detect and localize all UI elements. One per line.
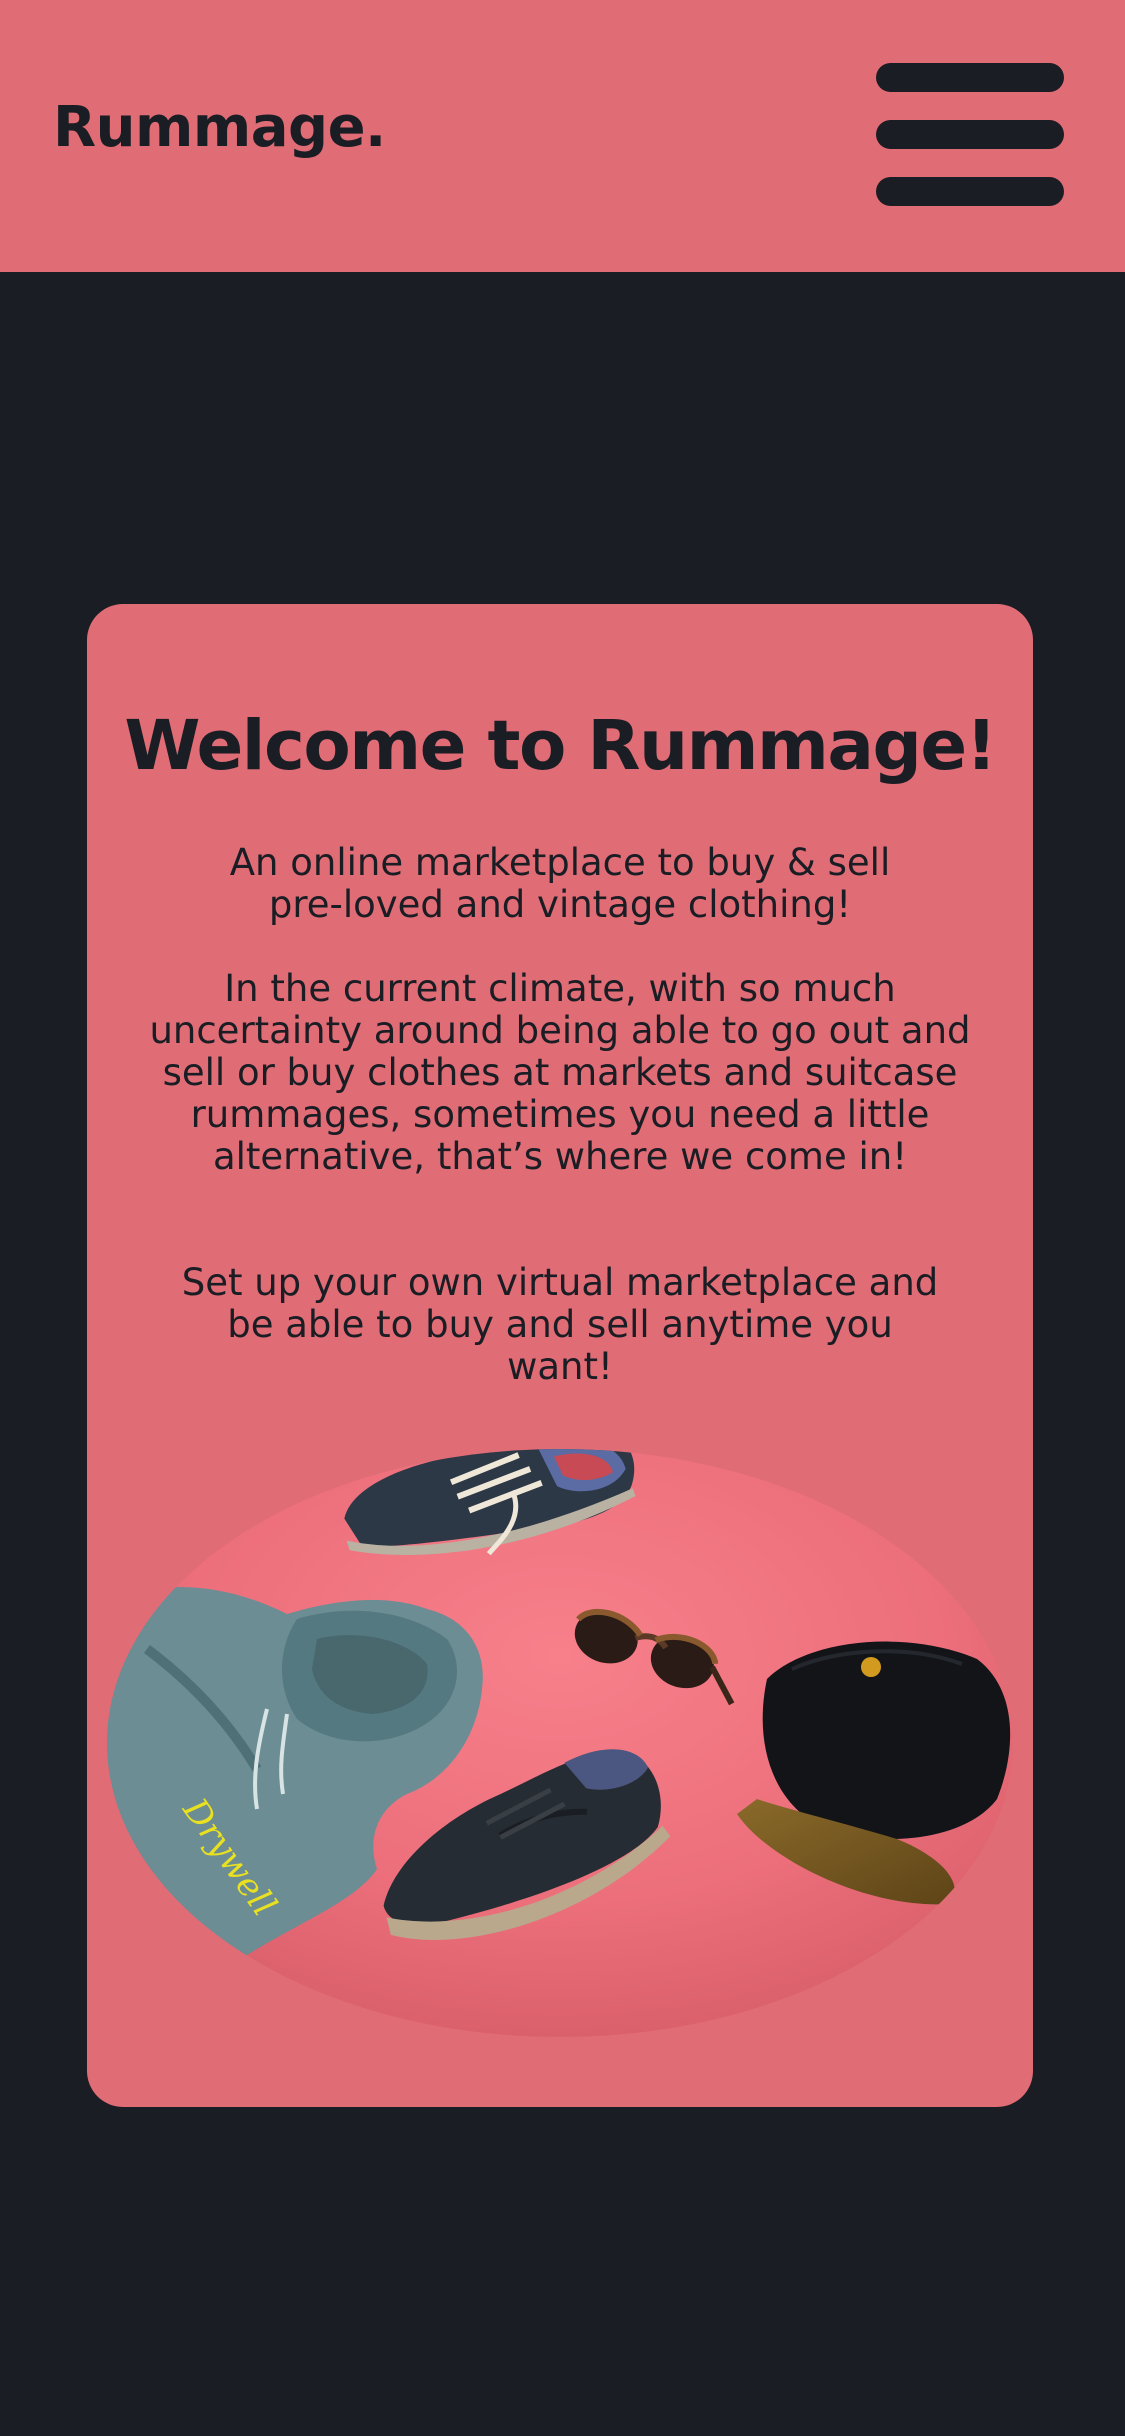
marketplace-paragraph: Set up your own virtual marketplace and … <box>181 1261 939 1388</box>
top-header: Rummage. <box>0 0 1125 272</box>
menu-bar-top <box>876 63 1064 92</box>
menu-bar-bottom <box>876 177 1064 206</box>
climate-paragraph: In the current climate, with so much unc… <box>149 967 971 1178</box>
menu-bar-middle <box>876 120 1064 149</box>
brand-logo[interactable]: Rummage. <box>53 88 386 168</box>
welcome-card: Welcome to Rummage! An online marketplac… <box>87 604 1033 2107</box>
clothing-flatlay-image: Drywell <box>107 1449 1013 2037</box>
welcome-title: Welcome to Rummage! <box>124 706 997 786</box>
intro-paragraph: An online marketplace to buy & sell pre-… <box>229 841 891 926</box>
hamburger-menu-icon[interactable] <box>876 62 1066 208</box>
